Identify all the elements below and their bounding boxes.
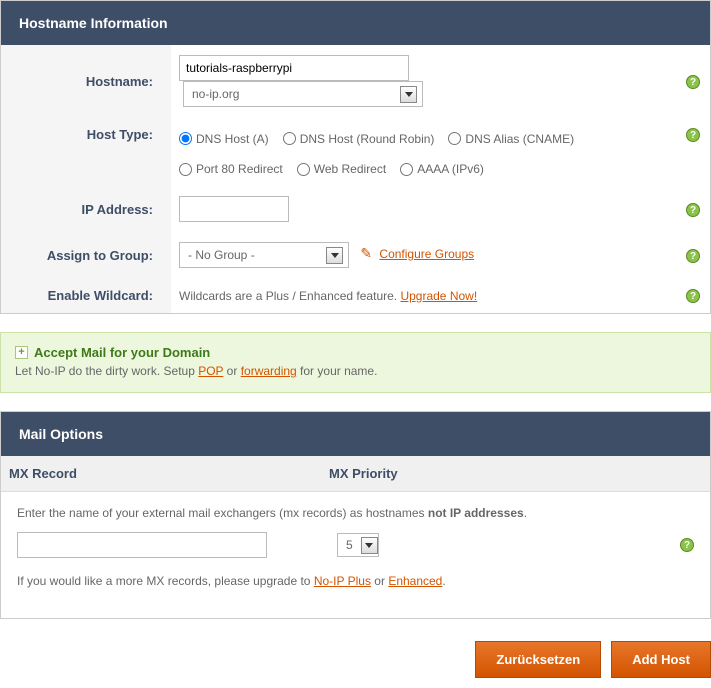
- help-icon[interactable]: ?: [686, 289, 700, 303]
- mail-body: Enter the name of your external mail exc…: [1, 492, 710, 618]
- forwarding-link[interactable]: forwarding: [241, 364, 297, 378]
- upgrade-now-link[interactable]: Upgrade Now!: [400, 289, 477, 303]
- mail-options-header: Mail Options: [1, 412, 710, 456]
- chevron-down-icon: [326, 247, 343, 264]
- radio-port80[interactable]: [179, 163, 192, 176]
- help-icon[interactable]: ?: [680, 538, 694, 552]
- configure-groups-link[interactable]: Configure Groups: [379, 247, 474, 261]
- mx-instruction: Enter the name of your external mail exc…: [17, 506, 694, 520]
- chevron-down-icon: [361, 537, 378, 554]
- pencil-icon: ✎: [360, 245, 372, 261]
- notice-body: Let No-IP do the dirty work. Setup POP o…: [15, 364, 696, 378]
- radio-aaaa[interactable]: [400, 163, 413, 176]
- action-bar: Zurücksetzen Add Host: [0, 637, 711, 688]
- label-ipaddress: IP Address:: [1, 186, 171, 232]
- accept-mail-notice: + Accept Mail for your Domain Let No-IP …: [0, 332, 711, 393]
- group-select-value: - No Group -: [188, 248, 255, 262]
- mail-subheader-table: MX Record MX Priority: [1, 456, 710, 492]
- label-hosttype: Host Type:: [1, 117, 171, 152]
- hostname-info-header: Hostname Information: [1, 1, 710, 45]
- chevron-down-icon: [400, 86, 417, 103]
- radio-dns-cname[interactable]: [448, 132, 461, 145]
- expand-icon[interactable]: +: [15, 346, 28, 359]
- hostname-form-table: Hostname: no-ip.org ? Host Type: DNS Hos…: [1, 45, 710, 313]
- pop-link[interactable]: POP: [198, 364, 223, 378]
- add-host-button[interactable]: Add Host: [611, 641, 711, 678]
- radio-webredirect[interactable]: [297, 163, 310, 176]
- help-icon[interactable]: ?: [686, 75, 700, 89]
- radio-dns-rr[interactable]: [283, 132, 296, 145]
- mx-priority-select[interactable]: 5: [337, 533, 379, 557]
- noip-plus-link[interactable]: No-IP Plus: [314, 574, 371, 588]
- help-icon[interactable]: ?: [686, 249, 700, 263]
- radio-dns-a[interactable]: [179, 132, 192, 145]
- group-select[interactable]: - No Group -: [179, 242, 349, 268]
- hosttype-row1: DNS Host (A) DNS Host (Round Robin) DNS …: [179, 132, 636, 146]
- mx-priority-value: 5: [338, 538, 361, 552]
- enhanced-link[interactable]: Enhanced: [388, 574, 442, 588]
- hostname-info-panel: Hostname Information Hostname: no-ip.org…: [0, 0, 711, 314]
- label-wildcard: Enable Wildcard:: [1, 278, 171, 313]
- domain-select[interactable]: no-ip.org: [183, 81, 423, 107]
- mx-record-input[interactable]: [17, 532, 267, 558]
- wildcard-text: Wildcards are a Plus / Enhanced feature.: [179, 289, 400, 303]
- notice-title: Accept Mail for your Domain: [34, 345, 210, 360]
- hosttype-row2: Port 80 Redirect Web Redirect AAAA (IPv6…: [179, 162, 636, 176]
- hostname-input[interactable]: [179, 55, 409, 81]
- mx-more-text: If you would like a more MX records, ple…: [17, 574, 694, 588]
- domain-select-value: no-ip.org: [192, 87, 239, 101]
- reset-button[interactable]: Zurücksetzen: [475, 641, 601, 678]
- mail-options-panel: Mail Options MX Record MX Priority Enter…: [0, 411, 711, 619]
- col-mx-record: MX Record: [1, 456, 321, 492]
- col-mx-priority: MX Priority: [321, 456, 676, 492]
- label-assigngroup: Assign to Group:: [1, 232, 171, 278]
- help-icon[interactable]: ?: [686, 203, 700, 217]
- ip-input[interactable]: [179, 196, 289, 222]
- help-icon[interactable]: ?: [686, 128, 700, 142]
- label-hostname: Hostname:: [1, 45, 171, 117]
